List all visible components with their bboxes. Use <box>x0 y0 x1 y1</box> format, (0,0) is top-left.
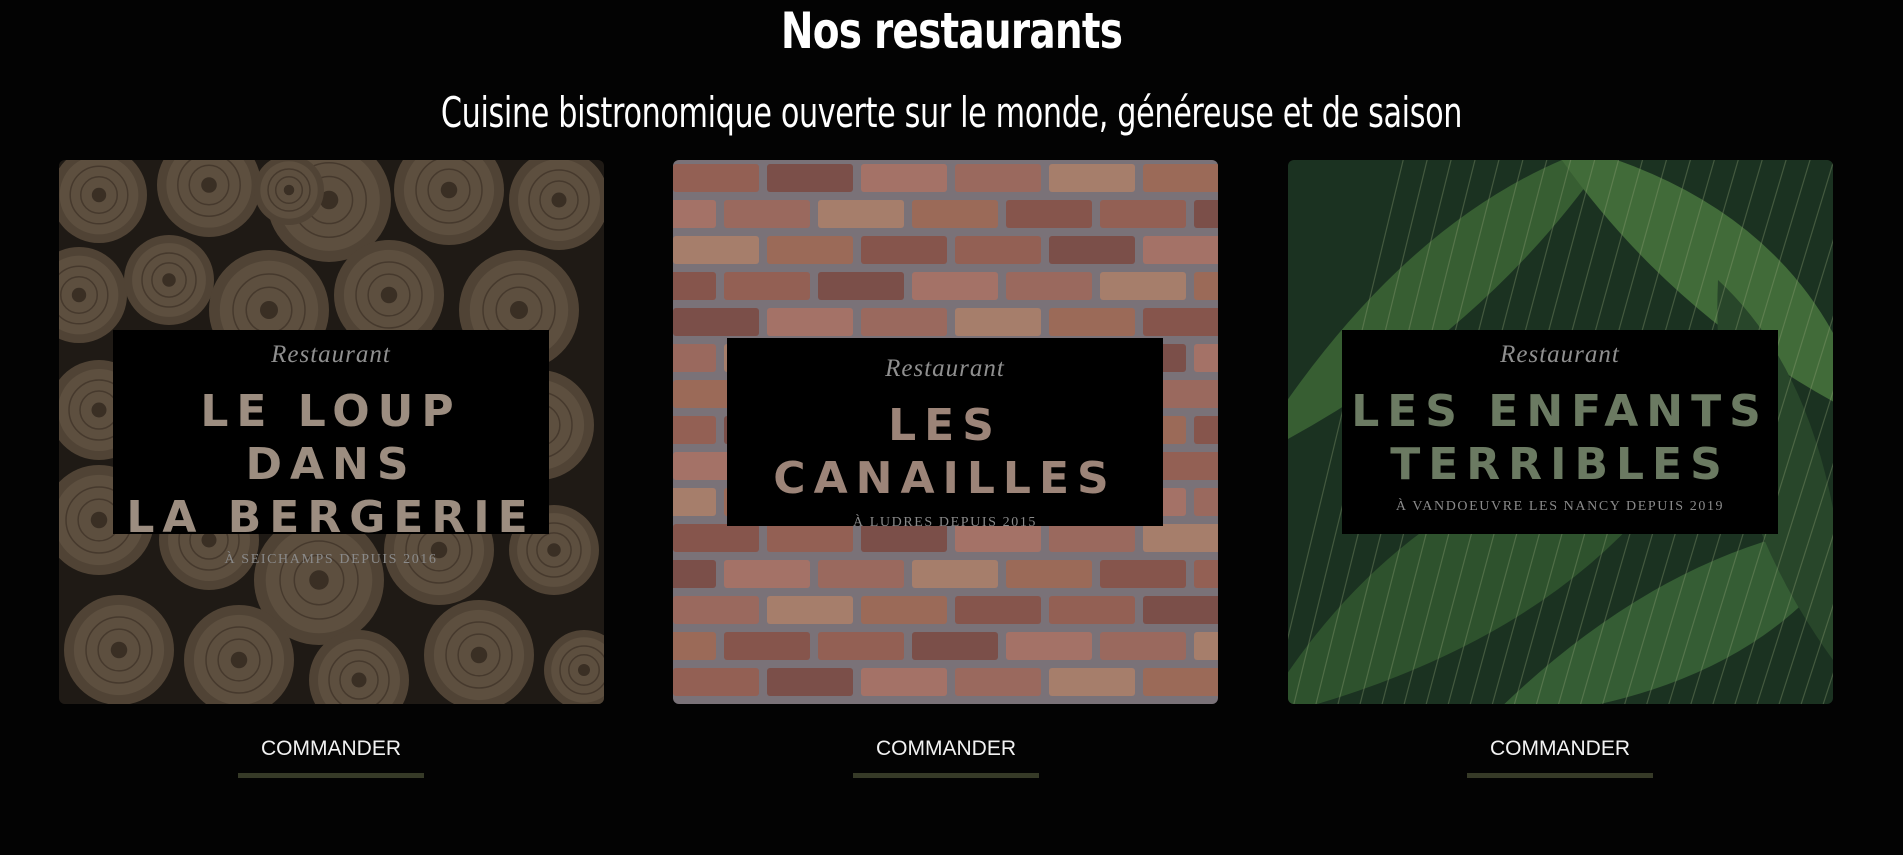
restaurant-name-panel: Restaurant LES ENFANTS TERRIBLES À VANDO… <box>1342 330 1778 534</box>
restaurant-card-canailles[interactable]: Restaurant LES CANAILLES À LUDRES DEPUIS… <box>673 160 1218 704</box>
restaurant-name-line2: LA BERGERIE <box>126 492 536 543</box>
restaurant-kicker: Restaurant <box>271 341 391 368</box>
restaurant-name-line2: TERRIBLES <box>1390 439 1730 490</box>
restaurant-kicker: Restaurant <box>885 355 1005 382</box>
restaurant-since: À LUDRES DEPUIS 2015 <box>852 515 1038 530</box>
restaurant-card-enfants[interactable]: Restaurant LES ENFANTS TERRIBLES À VANDO… <box>1288 160 1833 704</box>
restaurant-name-line1: LES ENFANTS <box>1351 386 1769 437</box>
order-button-enfants[interactable]: COMMANDER <box>1467 737 1653 778</box>
order-button-loup[interactable]: COMMANDER <box>238 737 424 778</box>
restaurant-name-line1: LES CANAILLES <box>773 400 1117 504</box>
restaurant-since: À SEICHAMPS DEPUIS 2016 <box>224 552 438 567</box>
restaurant-card-loup[interactable]: Restaurant LE LOUP DANS LA BERGERIE À SE… <box>59 160 604 704</box>
restaurant-since: À VANDOEUVRE LES NANCY DEPUIS 2019 <box>1395 499 1725 514</box>
section-title: Nos restaurants <box>780 2 1123 60</box>
restaurants-section: Nos restaurants Cuisine bistronomique ou… <box>0 0 1903 855</box>
restaurant-name-panel: Restaurant LES CANAILLES À LUDRES DEPUIS… <box>727 338 1163 530</box>
order-button-canailles[interactable]: COMMANDER <box>853 737 1039 778</box>
section-subtitle: Cuisine bistronomique ouverte sur le mon… <box>440 88 1463 137</box>
restaurant-name-panel: Restaurant LE LOUP DANS LA BERGERIE À SE… <box>113 330 549 567</box>
restaurant-kicker: Restaurant <box>1500 341 1620 368</box>
restaurant-name-line1: LE LOUP DANS <box>200 386 462 490</box>
